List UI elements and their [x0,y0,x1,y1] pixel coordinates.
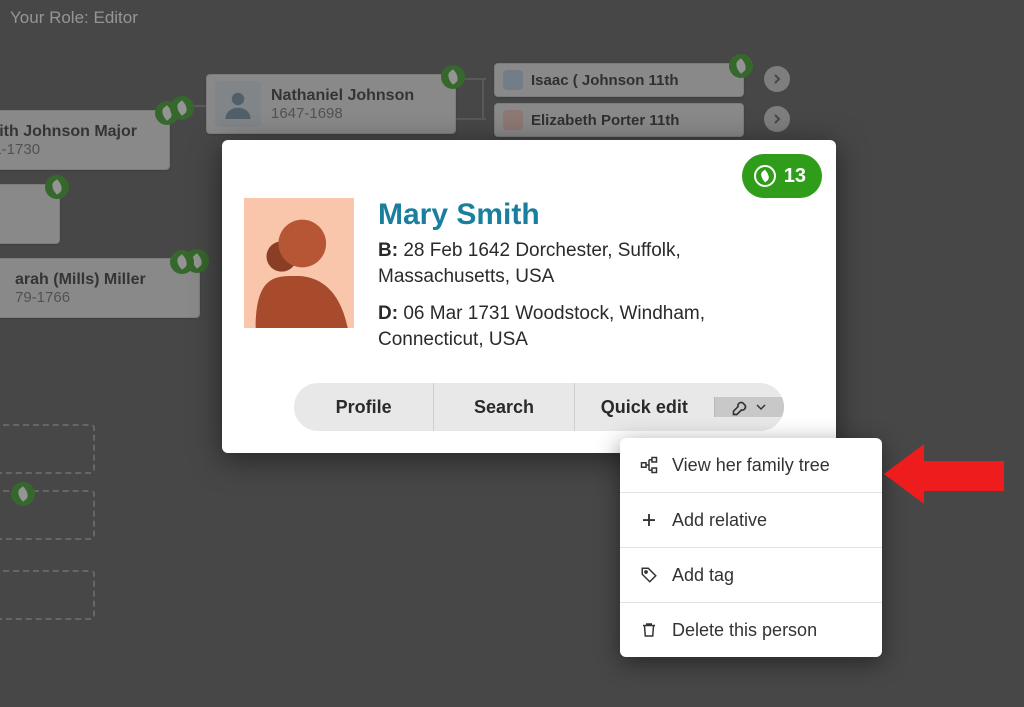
connector [482,78,484,120]
tree-card-name: arah (Mills) Miller [15,271,146,289]
menu-view-tree[interactable]: View her family tree [620,438,882,493]
avatar-male-icon [215,81,261,127]
leaf-icon [441,65,465,89]
person-name[interactable]: Mary Smith [378,198,814,232]
menu-delete-person[interactable]: Delete this person [620,603,882,657]
leaf-icon [170,250,194,274]
callout-arrow-icon [884,444,1004,502]
tree-card[interactable]: arah (Mills) Miller 79-1766 [0,258,200,318]
tools-dropdown[interactable] [714,397,784,417]
death-value: 06 Mar 1731 Woodstock, Windham, Connecti… [378,303,705,350]
plus-icon [638,509,660,531]
tree-card-dates: 1647-1698 [271,105,414,122]
expand-button[interactable] [764,66,790,92]
small-card-name: Elizabeth Porter 11th [531,112,735,129]
tree-card[interactable]: mith Johnson Major 71-1730 [0,110,170,170]
menu-label: Add tag [672,565,734,586]
tree-card[interactable]: hnson 8 [0,184,60,244]
chevron-down-icon [755,401,767,413]
leaf-icon [170,96,194,120]
avatar-male-icon [503,70,523,90]
profile-button[interactable]: Profile [294,383,434,431]
tree-small-card[interactable]: Elizabeth Porter 11th [494,103,744,137]
tree-small-card[interactable]: Isaac ( Johnson 11th [494,63,744,97]
leaf-icon [11,482,35,506]
tree-card-dates: 79-1766 [15,289,146,306]
ghost-card[interactable]: ce Parker [0,490,95,540]
tree-card-name: Nathaniel Johnson [271,87,414,105]
tree-card-name: mith Johnson Major [0,123,137,141]
tools-menu: View her family tree Add relative Add ta… [620,438,882,657]
birth-value: 28 Feb 1642 Dorchester, Suffolk, Massach… [378,240,681,287]
tree-card-nathaniel[interactable]: Nathaniel Johnson 1647-1698 [206,74,456,134]
quick-edit-button[interactable]: Quick edit [575,383,714,431]
wrench-icon [731,397,751,417]
search-button[interactable]: Search [434,383,574,431]
tree-icon [638,454,660,476]
ghost-card[interactable]: ld father [0,424,95,474]
small-card-name: Isaac ( Johnson 11th [531,72,735,89]
menu-add-relative[interactable]: Add relative [620,493,882,548]
leaf-icon [729,54,753,78]
trash-icon [638,619,660,641]
avatar-female-icon [503,110,523,130]
menu-label: Add relative [672,510,767,531]
death-label: D: [378,303,398,324]
portrait-female-icon [244,198,354,328]
person-popup: 13 Mary Smith B: 28 Feb 1642 Dorchester,… [222,140,836,453]
ghost-card[interactable]: ld mother [0,570,95,620]
hints-count: 13 [784,165,806,188]
hints-badge[interactable]: 13 [742,154,822,198]
birth-label: B: [378,240,398,261]
menu-label: Delete this person [672,620,817,641]
tag-icon [638,564,660,586]
role-label: Your Role: Editor [10,8,138,28]
tree-card-dates: 71-1730 [0,141,137,158]
leaf-icon [45,175,69,199]
expand-button[interactable] [764,106,790,132]
menu-add-tag[interactable]: Add tag [620,548,882,603]
menu-label: View her family tree [672,455,830,476]
actions-bar: Profile Search Quick edit [294,383,784,431]
leaf-icon [754,165,776,187]
